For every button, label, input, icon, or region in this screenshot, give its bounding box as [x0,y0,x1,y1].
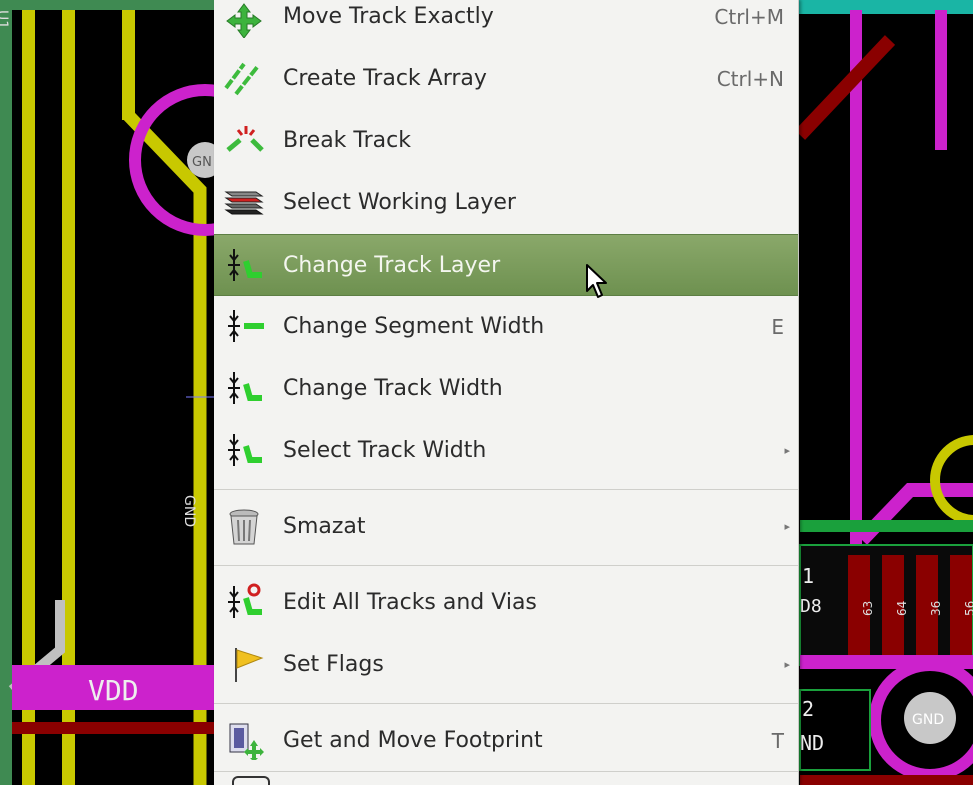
pin-2-label: 2 [802,697,814,721]
via-left-label: GN [192,155,212,170]
menu-item-label: Smazat [283,514,366,539]
menu-item-select-working-layer[interactable]: Select Working Layer [214,172,798,232]
trash-icon [229,509,259,545]
menu-item-change-track-layer[interactable]: Change Track Layer [214,234,798,296]
menu-item-label: Edit All Tracks and Vias [283,590,537,615]
submenu-arrow-icon: ▸ [784,658,790,671]
context-menu: Move Track Exactly Ctrl+M Create Track A… [214,0,799,785]
pin-1-label: 1 [802,564,814,588]
track-width-icon [228,372,262,404]
gnd-vertical-label: GND [181,495,197,527]
flag-icon [235,648,264,682]
menu-item-shortcut: Ctrl+M [714,5,784,29]
menu-item-change-segment-width[interactable]: Change Segment Width E [214,296,798,356]
menu-item-label: Create Track Array [283,66,487,91]
via-gnd-right-label: GND [912,712,944,728]
menu-item-shortcut: T [771,729,784,753]
track-width-icon [228,434,262,466]
pad-64-label: 64 [895,601,909,616]
menu-item-break-track[interactable]: Break Track [214,110,798,170]
menu-separator [214,703,798,704]
track-layer-icon [228,249,262,281]
track-array-icon [224,62,260,96]
menu-item-label: Set Flags [283,652,384,677]
next-item-icon [232,776,270,785]
track-red-lower-right [800,775,973,785]
footprint-move-icon [229,723,264,760]
menu-separator [214,489,798,490]
menu-item-label: Change Track Width [283,376,503,401]
nd-label: ND [800,731,824,755]
vdd-label: VDD [88,674,139,707]
move-icon [226,3,262,38]
mouse-cursor-icon [586,264,607,298]
menu-item-label: Select Working Layer [283,190,516,215]
track-magenta-right-2 [935,10,947,150]
silk-green-1 [800,520,973,532]
menu-item-move-track-exactly[interactable]: Move Track Exactly Ctrl+M [214,0,798,48]
layers-icon [224,191,264,215]
track-magenta-right-1 [850,10,862,570]
menu-item-label: Change Track Layer [283,253,501,278]
menu-item-change-track-width[interactable]: Change Track Width [214,358,798,418]
d8-label: D8 [800,596,822,617]
menu-item-label: Break Track [283,128,411,153]
menu-item-shortcut: E [771,315,784,339]
pad-56-label: 56 [963,601,973,616]
menu-item-smazat[interactable]: Smazat ▸ [214,496,798,556]
menu-item-edit-all-tracks-vias[interactable]: Edit All Tracks and Vias [214,572,798,632]
pad-63-label: 63 [861,601,875,616]
menu-item-select-track-width[interactable]: Select Track Width ▸ [214,420,798,480]
menu-item-create-track-array[interactable]: Create Track Array Ctrl+N [214,48,798,108]
menu-item-label: Move Track Exactly [283,4,494,29]
menu-separator [214,771,798,772]
track-red-left [12,722,214,734]
break-track-icon [226,126,264,152]
submenu-arrow-icon: ▸ [784,444,790,457]
menu-separator [214,565,798,566]
menu-item-set-flags[interactable]: Set Flags ▸ [214,634,798,694]
track-yellow-3 [122,10,135,120]
menu-item-get-and-move-footprint[interactable]: Get and Move Footprint T [214,710,798,770]
menu-item-shortcut: Ctrl+N [716,67,784,91]
menu-item-label: Get and Move Footprint [283,728,543,753]
menu-item-label: Change Segment Width [283,314,545,339]
segment-width-icon [228,310,264,342]
u-label: U1 [0,10,10,29]
edit-tracks-vias-icon [228,583,262,618]
pad-36-label: 36 [929,601,943,616]
submenu-arrow-icon: ▸ [784,520,790,533]
menu-item-label: Select Track Width [283,438,487,463]
